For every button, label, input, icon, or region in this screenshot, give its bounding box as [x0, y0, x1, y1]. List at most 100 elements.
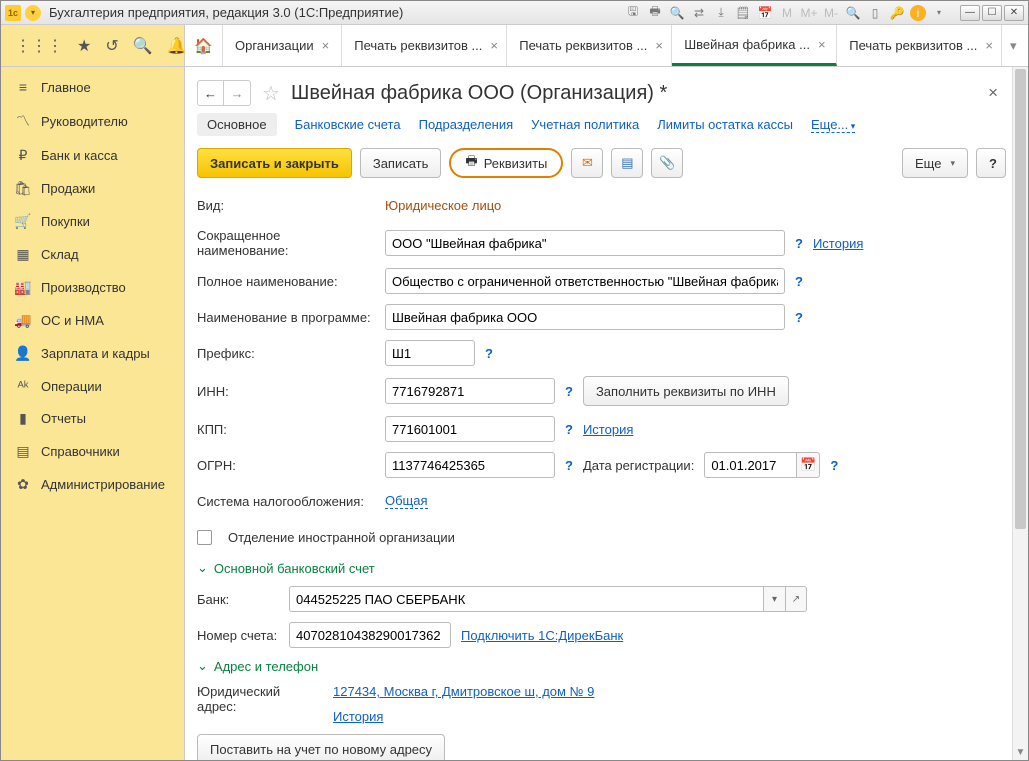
scroll-thumb[interactable]	[1015, 69, 1026, 529]
bank-open-button[interactable]: ↗	[785, 586, 807, 612]
tab-close-icon[interactable]: ×	[655, 38, 663, 53]
nav-operations[interactable]: ᴬᵏОперации	[1, 370, 184, 402]
forward-button[interactable]: →	[224, 81, 250, 105]
prefix-input[interactable]	[385, 340, 475, 366]
history-link[interactable]: История	[813, 236, 863, 251]
apps-icon[interactable]: ⋮⋮⋮	[15, 36, 63, 56]
kpp-input[interactable]	[385, 416, 555, 442]
bank-input[interactable]	[289, 586, 763, 612]
nav-bank[interactable]: ₽Банк и касса	[1, 139, 184, 172]
attach-button[interactable]: 📎	[651, 148, 683, 178]
search-icon[interactable]: 🔍	[133, 36, 153, 56]
tax-link[interactable]: Общая	[385, 493, 428, 509]
tab-fabric[interactable]: Швейная фабрика ...×	[672, 25, 837, 66]
tab-close-icon[interactable]: ×	[490, 38, 498, 53]
short-name-input[interactable]	[385, 230, 785, 256]
nav-warehouse[interactable]: ▦Склад	[1, 238, 184, 271]
bank-dropdown-button[interactable]: ▾	[763, 586, 785, 612]
hint-icon[interactable]: ?	[565, 422, 573, 437]
tab-organizations[interactable]: Организации×	[223, 25, 342, 66]
key-icon[interactable]: 🔑	[888, 4, 906, 22]
foreign-checkbox[interactable]	[197, 530, 212, 545]
zoom-icon[interactable]: 🔍	[844, 4, 862, 22]
maximize-button[interactable]: ☐	[982, 5, 1002, 21]
favorites-icon[interactable]: ★	[77, 36, 91, 56]
nav-reference[interactable]: ▤Справочники	[1, 435, 184, 468]
m-minus-icon[interactable]: M-	[822, 4, 840, 22]
nav-purchases[interactable]: 🛒Покупки	[1, 205, 184, 238]
m-plus-icon[interactable]: M+	[800, 4, 818, 22]
export-icon[interactable]: ⤓	[712, 4, 730, 22]
ogrn-input[interactable]	[385, 452, 555, 478]
list-button[interactable]: ▤	[611, 148, 643, 178]
addr-history-link[interactable]: История	[333, 709, 383, 724]
save-icon[interactable]: 🖫	[624, 4, 642, 22]
requisites-button[interactable]: 🖶Реквизиты	[449, 148, 563, 178]
print-icon[interactable]: 🖶	[646, 4, 664, 22]
back-button[interactable]: ←	[198, 81, 224, 105]
stab-limits[interactable]: Лимиты остатка кассы	[657, 117, 793, 132]
tab-close-icon[interactable]: ×	[985, 38, 993, 53]
hint-icon[interactable]: ?	[485, 346, 493, 361]
bank-section-toggle[interactable]: Основной банковский счет	[197, 560, 1006, 576]
calendar-button[interactable]: 📅	[796, 452, 820, 478]
info-dropdown-icon[interactable]: ▾	[930, 4, 948, 22]
prog-name-input[interactable]	[385, 304, 785, 330]
minimize-button[interactable]: —	[960, 5, 980, 21]
scroll-down-icon[interactable]: ▼	[1013, 744, 1028, 760]
address-section-toggle[interactable]: Адрес и телефон	[197, 658, 1006, 674]
titlebar-menu-button[interactable]: ▾	[25, 5, 41, 21]
account-input[interactable]	[289, 622, 451, 648]
bell-icon[interactable]: 🔔	[167, 36, 187, 56]
hint-icon[interactable]: ?	[795, 236, 803, 251]
close-page-button[interactable]: ×	[980, 79, 1006, 107]
vertical-scrollbar[interactable]: ▲ ▼	[1012, 67, 1028, 760]
stab-policy[interactable]: Учетная политика	[531, 117, 639, 132]
history-link[interactable]: История	[583, 422, 633, 437]
tabs-dropdown[interactable]: ▾	[1002, 25, 1024, 66]
calc-icon[interactable]: 🗒	[734, 4, 752, 22]
direct-bank-link[interactable]: Подключить 1С:ДирекБанк	[461, 628, 623, 643]
save-button[interactable]: Записать	[360, 148, 442, 178]
close-button[interactable]: ✕	[1004, 5, 1024, 21]
hint-icon[interactable]: ?	[565, 458, 573, 473]
history-icon[interactable]: ↺	[105, 36, 118, 56]
nav-admin[interactable]: ✿Администрирование	[1, 468, 184, 501]
hint-icon[interactable]: ?	[565, 384, 573, 399]
section-more-link[interactable]: Еще...	[811, 117, 855, 133]
hint-icon[interactable]: ?	[795, 274, 803, 289]
hint-icon[interactable]: ?	[795, 310, 803, 325]
inn-input[interactable]	[385, 378, 555, 404]
tab-print-1[interactable]: Печать реквизитов ...×	[342, 25, 507, 66]
full-name-input[interactable]	[385, 268, 785, 294]
favorite-star-icon[interactable]: ☆	[259, 81, 283, 105]
home-tab[interactable]: 🏠	[185, 25, 223, 66]
tab-close-icon[interactable]: ×	[322, 38, 330, 53]
fill-by-inn-button[interactable]: Заполнить реквизиты по ИНН	[583, 376, 789, 406]
nav-salary[interactable]: 👤Зарплата и кадры	[1, 337, 184, 370]
nav-sales[interactable]: 🛍Продажи	[1, 172, 184, 205]
preview-icon[interactable]: 🔍	[668, 4, 686, 22]
nav-production[interactable]: 🏭Производство	[1, 271, 184, 304]
hint-icon[interactable]: ?	[830, 458, 838, 473]
stab-bank[interactable]: Банковские счета	[295, 117, 401, 132]
nav-assets[interactable]: 🚚ОС и НМА	[1, 304, 184, 337]
save-close-button[interactable]: Записать и закрыть	[197, 148, 352, 178]
nav-main[interactable]: ≡Главное	[1, 71, 184, 103]
stab-main[interactable]: Основное	[197, 113, 277, 136]
tab-print-3[interactable]: Печать реквизитов ...×	[837, 25, 1002, 66]
nav-manager[interactable]: 〽Руководителю	[1, 103, 184, 139]
info-icon[interactable]: i	[910, 5, 926, 21]
reg-date-input[interactable]	[704, 452, 796, 478]
compare-icon[interactable]: ⇄	[690, 4, 708, 22]
help-button[interactable]: ?	[976, 148, 1006, 178]
legal-addr-link[interactable]: 127434, Москва г, Дмитровское ш, дом № 9	[333, 684, 594, 699]
stab-divisions[interactable]: Подразделения	[419, 117, 514, 132]
calendar-icon[interactable]: 📅	[756, 4, 774, 22]
more-button[interactable]: Еще	[902, 148, 968, 178]
new-address-button[interactable]: Поставить на учет по новому адресу	[197, 734, 445, 760]
m-icon[interactable]: M	[778, 4, 796, 22]
mail-button[interactable]: ✉	[571, 148, 603, 178]
nav-reports[interactable]: ▮Отчеты	[1, 402, 184, 435]
tab-close-icon[interactable]: ×	[818, 37, 826, 52]
